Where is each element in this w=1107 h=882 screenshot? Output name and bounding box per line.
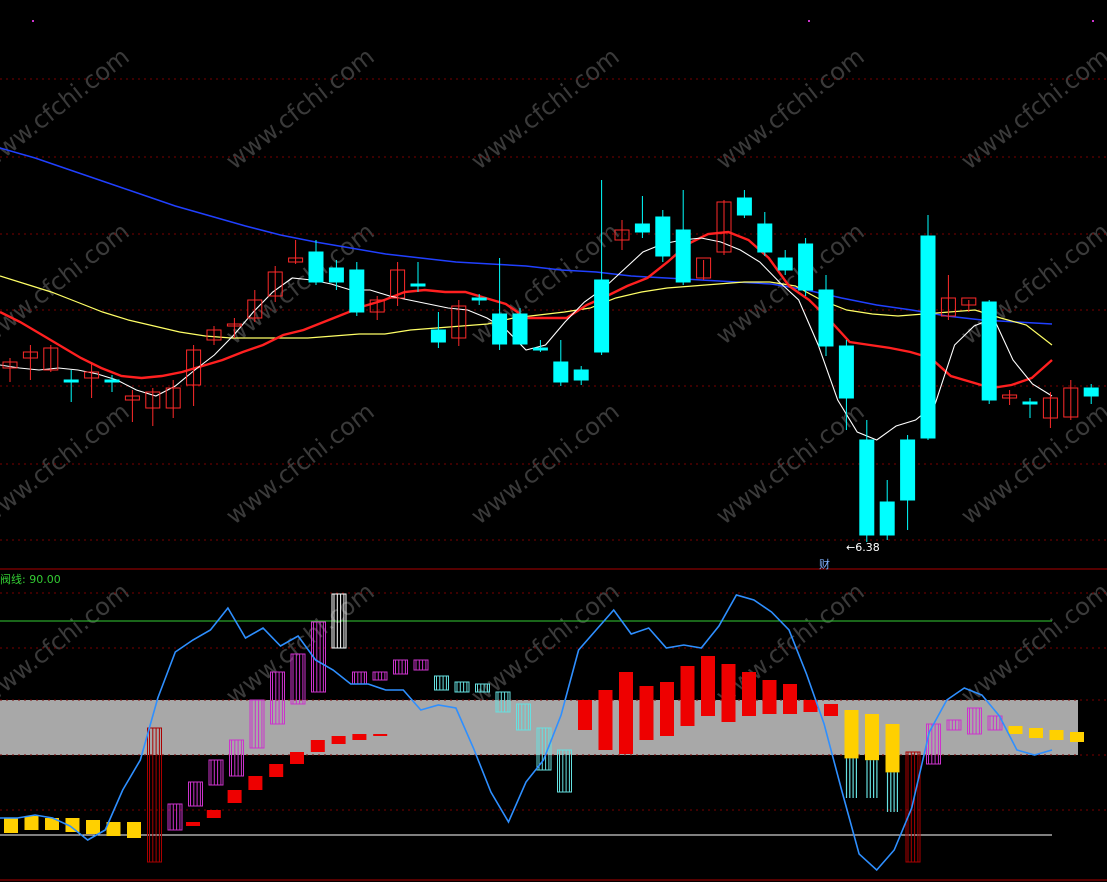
watermark-text: www.cfchi.com — [0, 217, 135, 350]
candle-body — [553, 361, 569, 383]
rise-bar — [186, 822, 200, 826]
bar-red — [619, 672, 633, 754]
candle-body — [675, 229, 691, 283]
candle-body — [757, 223, 773, 253]
watermark-text: www.cfchi.com — [956, 42, 1107, 175]
bar-red — [578, 700, 592, 730]
candle-body — [920, 235, 936, 439]
watermark-text: www.cfchi.com — [711, 217, 870, 350]
bar-red — [639, 686, 654, 740]
bar-red — [598, 690, 613, 750]
rise-bar — [227, 790, 242, 803]
bar-yellow — [1008, 726, 1023, 734]
watermark-text: www.cfchi.com — [711, 397, 870, 530]
watermark-text: www.cfchi.com — [221, 42, 380, 175]
candle-body — [859, 439, 875, 536]
bar-red — [680, 666, 695, 726]
threshold-label: 阀线: 90.00 — [0, 573, 61, 586]
candle-body — [492, 313, 508, 345]
rise-bar — [269, 764, 284, 777]
bar-red — [783, 684, 797, 714]
rise-bar — [310, 740, 325, 752]
candle-body — [532, 347, 548, 351]
candle-body — [104, 379, 120, 383]
bar-yellow — [865, 714, 879, 761]
bar-red — [803, 700, 818, 712]
candle-body — [410, 283, 426, 287]
bar-red — [742, 672, 756, 716]
candle-body — [512, 313, 528, 345]
candle-body — [900, 439, 916, 501]
bar-yellow — [844, 710, 859, 759]
marker-dot — [1092, 20, 1094, 22]
watermark-text: www.cfchi.com — [0, 42, 135, 175]
bar-red — [824, 704, 838, 716]
bar-yellow — [127, 822, 141, 838]
bar-yellow — [1029, 728, 1043, 738]
candle-body — [594, 279, 610, 353]
marker-dot — [808, 20, 810, 22]
rise-bar — [352, 734, 367, 740]
bar-yellow — [24, 816, 39, 830]
rise-bar — [248, 776, 263, 790]
watermark-text: www.cfchi.com — [956, 217, 1107, 350]
candle-body — [879, 501, 895, 536]
candle-body — [349, 269, 365, 313]
stock-chart: www.cfchi.com www.cfchi.com www.cfchi.com w… — [0, 20, 1107, 881]
news-badge[interactable]: 财 — [819, 556, 830, 572]
marker-dot — [32, 20, 34, 22]
candle-body — [981, 301, 997, 401]
bar-red — [721, 664, 736, 722]
bar-yellow — [4, 818, 18, 833]
marker-dots — [32, 20, 1094, 22]
candle-body — [63, 379, 79, 383]
candle-body — [798, 243, 814, 291]
rise-bar — [331, 736, 346, 744]
candle-body — [655, 216, 671, 257]
candle-body — [818, 289, 834, 347]
watermark-text: www.cfchi.com — [711, 42, 870, 175]
candle-body — [1022, 401, 1038, 405]
watermark-text: www.cfchi.com — [466, 42, 625, 175]
bar-red — [660, 682, 674, 736]
candle-body — [1083, 387, 1099, 397]
candle-body — [573, 369, 589, 381]
candle-body — [308, 251, 324, 283]
bar-red — [762, 680, 777, 714]
rise-bar — [206, 810, 221, 818]
rise-bar — [290, 752, 304, 764]
bar-yellow — [1049, 730, 1064, 740]
candlesticks — [2, 180, 1099, 542]
watermark-text: www.cfchi.com — [0, 577, 135, 710]
candle-body — [777, 257, 793, 271]
candle-body — [471, 297, 487, 301]
watermark-text: www.cfchi.com — [956, 577, 1107, 710]
candle-body — [838, 345, 854, 399]
candle-body — [634, 223, 650, 233]
low-price-label: ←6.38 — [846, 541, 880, 554]
candle-body — [736, 197, 752, 216]
bar-yellow — [86, 820, 100, 834]
bar-yellow — [1070, 732, 1084, 742]
candle-body — [328, 267, 344, 283]
rise-bar — [373, 734, 388, 736]
bar-red — [701, 656, 715, 716]
candle-body — [430, 329, 446, 343]
bar-yellow — [885, 724, 900, 773]
